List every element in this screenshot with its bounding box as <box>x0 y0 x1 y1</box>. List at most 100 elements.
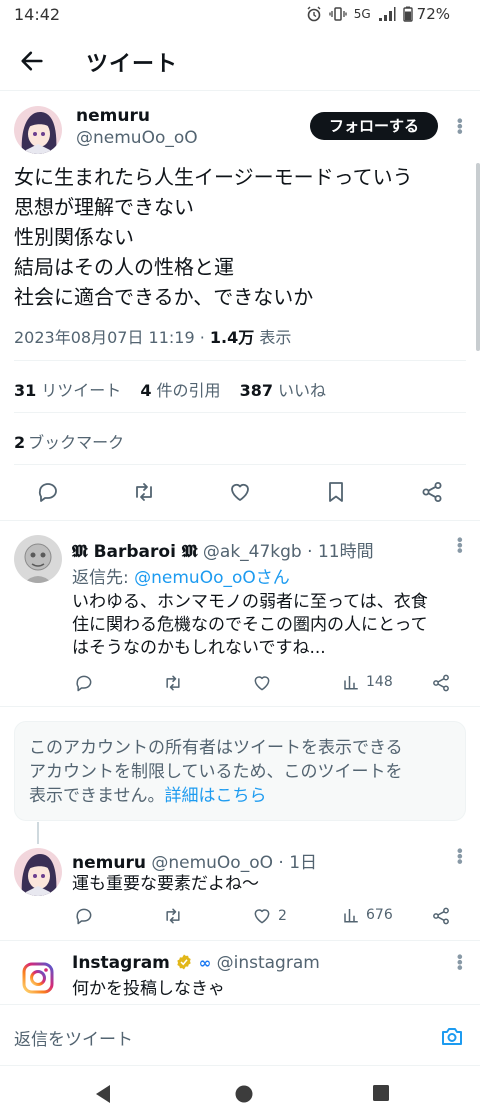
views-count: 676 <box>366 907 393 923</box>
reply-author-handle[interactable]: @nemuOo_oO <box>151 853 273 873</box>
more-options-icon[interactable]: ••• <box>450 952 469 968</box>
reply-author-name[interactable]: Instagram <box>72 953 170 973</box>
square-recents-icon <box>373 1085 389 1101</box>
tweet-text-line: 思想が理解できない <box>14 195 194 219</box>
reply-button[interactable] <box>74 906 94 926</box>
reply-author-name[interactable]: 𝕸 Barbaroi 𝕸 <box>72 542 198 562</box>
system-nav-bar <box>0 1066 480 1120</box>
reply-composer-bar[interactable]: 返信をツイート <box>0 1004 480 1066</box>
follow-button[interactable]: フォローする <box>310 112 438 140</box>
status-bar: 14:42 5G 72% <box>0 0 480 32</box>
meta-affiliate-icon: ∞ <box>198 954 212 972</box>
status-icons: 5G 72% <box>306 5 450 23</box>
likes-stat[interactable]: 387 いいね <box>240 381 326 400</box>
camera-button[interactable] <box>440 1024 464 1048</box>
reply-text-line: はそうなのかもしれないですね... <box>72 638 326 658</box>
likes-count: 2 <box>278 908 287 924</box>
battery-percent: 72% <box>416 5 450 23</box>
notice-text: 表示できません。 <box>29 786 165 806</box>
bookmarks-label: ブックマーク <box>28 433 125 452</box>
heart-icon <box>254 909 270 924</box>
reply-author-name[interactable]: nemuru <box>72 853 146 873</box>
share-icon <box>433 674 449 692</box>
vibrate-icon <box>329 7 347 21</box>
reply-time: · 11時間 <box>301 542 374 562</box>
views-button[interactable]: 676 <box>342 906 393 924</box>
author-name[interactable]: nemuru <box>76 106 150 126</box>
like-button[interactable] <box>252 673 272 693</box>
reply-input[interactable]: 返信をツイート <box>14 1025 133 1050</box>
retweet-icon <box>166 675 180 691</box>
reply-time: · 1日 <box>272 853 318 873</box>
bookmark-icon <box>329 482 343 502</box>
nav-recents-button[interactable] <box>372 1084 390 1102</box>
quotes-stat[interactable]: 4 件の引用 <box>140 381 220 400</box>
tweet-stats: 31 リツイート 4 件の引用 387 いいね <box>14 377 326 401</box>
views-chart-icon <box>344 909 358 923</box>
reply-header: 𝕸 Barbaroi 𝕸 @ak_47kgb · 11時間 <box>72 537 374 562</box>
views-chart-icon <box>344 676 358 690</box>
reply-author-handle[interactable]: @instagram <box>217 953 320 973</box>
bookmark-button[interactable] <box>324 480 348 504</box>
restricted-tweet-notice: このアカウントの所有者はツイートを表示できる アカウントを制限しているため、この… <box>14 721 466 821</box>
reply-button[interactable] <box>74 673 94 693</box>
retweet-button[interactable] <box>163 906 183 926</box>
divider <box>14 412 466 413</box>
divider <box>0 520 480 521</box>
learn-more-link[interactable]: 詳細はこちら <box>165 786 267 806</box>
bookmarks-stat[interactable]: 2 ブックマーク <box>14 429 124 453</box>
avatar[interactable] <box>14 848 62 896</box>
quotes-count: 4 <box>140 381 152 400</box>
more-options-icon[interactable]: ••• <box>450 535 469 551</box>
like-button[interactable] <box>228 480 252 504</box>
reply-text-line: いわゆる、ホンマモノの弱者に至っては、衣食 <box>72 592 428 612</box>
retweet-button[interactable] <box>163 673 183 693</box>
battery-icon <box>402 6 413 22</box>
like-button[interactable]: 2 <box>252 906 287 926</box>
retweet-icon <box>136 483 152 501</box>
status-time: 14:42 <box>14 5 61 24</box>
tweet-text-line: 女に生まれたら人生イージーモードっていう <box>14 165 413 189</box>
heart-icon <box>254 676 270 691</box>
avatar[interactable] <box>14 535 62 583</box>
reply-to-handle[interactable]: @nemuOo_oOさん <box>134 568 290 588</box>
instagram-logo-icon[interactable] <box>14 954 62 1002</box>
author-handle[interactable]: @nemuOo_oO <box>76 128 198 148</box>
nav-back-button[interactable] <box>94 1084 112 1104</box>
more-options-icon[interactable]: ••• <box>450 116 469 132</box>
views-button[interactable]: 148 <box>342 673 393 691</box>
share-icon <box>422 482 442 502</box>
share-button[interactable] <box>420 480 444 504</box>
camera-icon <box>442 1028 462 1045</box>
reply-text-line: 運も重要な要素だよね〜 <box>72 874 259 894</box>
views-label: 表示 <box>254 328 292 347</box>
verified-badge-icon <box>177 954 191 970</box>
retweets-stat[interactable]: 31 リツイート <box>14 381 121 400</box>
reply-button[interactable] <box>36 480 60 504</box>
views-count: 148 <box>366 674 393 690</box>
scrollbar[interactable] <box>476 163 480 351</box>
tweet-text-line: 結局はその人の性格と運 <box>14 255 234 279</box>
back-arrow-icon <box>21 51 43 71</box>
retweets-label: リツイート <box>41 381 122 400</box>
share-button[interactable] <box>431 906 451 926</box>
retweets-count: 31 <box>14 381 37 400</box>
retweet-button[interactable] <box>132 480 156 504</box>
share-button[interactable] <box>431 673 451 693</box>
nav-home-button[interactable] <box>234 1084 254 1104</box>
divider <box>0 706 480 707</box>
reply-author-handle[interactable]: @ak_47kgb <box>203 542 302 562</box>
reply-icon <box>38 483 57 502</box>
retweet-icon <box>166 908 180 924</box>
back-button[interactable] <box>18 47 46 75</box>
more-options-icon[interactable]: ••• <box>450 846 469 862</box>
reply-text-line: 住に関わる危機なのでそこの圏内の人にとって <box>72 615 428 635</box>
thread-connector <box>37 822 39 844</box>
divider <box>14 464 466 465</box>
likes-count: 387 <box>239 381 274 400</box>
signal-icon <box>378 7 396 21</box>
reply-text-line: 何かを投稿しなきゃ <box>72 979 225 999</box>
avatar[interactable] <box>14 106 62 154</box>
likes-label: いいね <box>278 381 327 400</box>
reply-header: Instagram ∞ @instagram <box>72 953 320 973</box>
